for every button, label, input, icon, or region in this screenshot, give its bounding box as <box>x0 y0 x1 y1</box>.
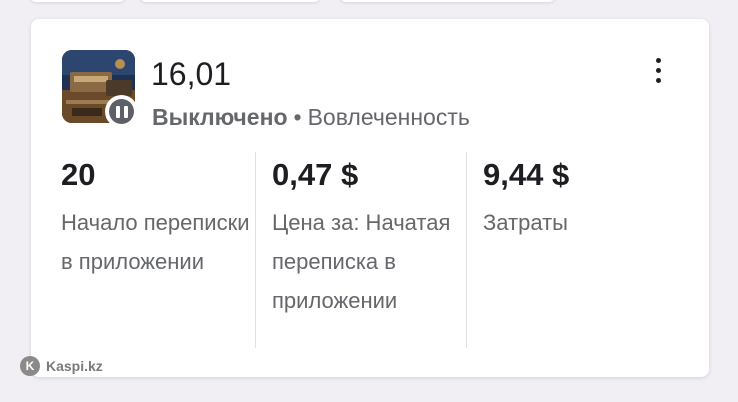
pause-icon <box>109 99 134 124</box>
divider <box>255 152 256 348</box>
ad-status-line: Выключено • Вовлеченность <box>152 103 470 131</box>
background-card <box>140 0 320 2</box>
more-options-button[interactable] <box>643 53 673 87</box>
metric-amount-spent: 9,44 $ Затраты <box>483 153 673 242</box>
metric-label: Цена за: Начатая переписка в приложении <box>272 210 451 313</box>
background-card <box>30 0 125 2</box>
metric-label: Начало переписки в приложении <box>61 210 250 274</box>
ad-title[interactable]: 16,01 <box>151 56 231 92</box>
more-vertical-icon <box>655 57 661 63</box>
divider <box>466 152 467 348</box>
metric-value: 9,44 $ <box>483 157 570 192</box>
separator-dot: • <box>293 104 302 130</box>
kaspi-logo-icon: K <box>20 356 40 376</box>
status-text: Выключено <box>152 104 288 130</box>
objective-text: Вовлеченность <box>307 104 470 130</box>
background-card <box>340 0 555 2</box>
status-badge <box>105 95 138 128</box>
watermark-text: Kaspi.kz <box>46 358 103 374</box>
metric-value: 0,47 $ <box>272 157 359 192</box>
metric-label: Затраты <box>483 210 568 235</box>
watermark: K Kaspi.kz <box>20 356 103 376</box>
ad-card[interactable]: 16,01 Выключено • Вовлеченность 20 Начало … <box>31 19 709 377</box>
metric-results: 20 Начало переписки в приложении <box>61 153 251 281</box>
metric-cost-per-result: 0,47 $ Цена за: Начатая переписка в прил… <box>272 153 462 320</box>
metric-value: 20 <box>61 157 96 192</box>
